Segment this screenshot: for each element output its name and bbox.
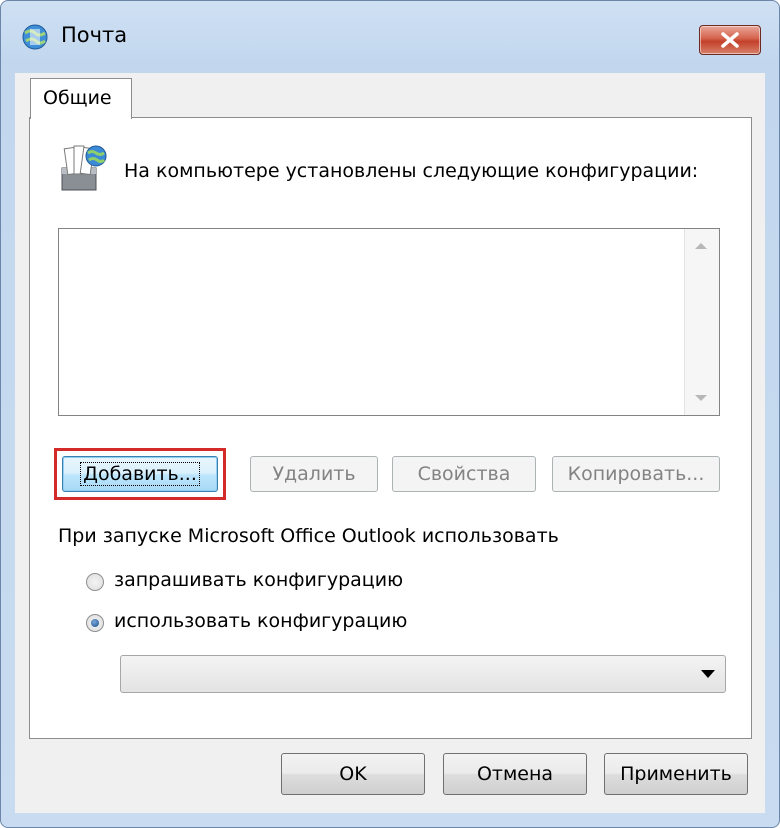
radio-prompt-config-label: запрашивать конфигурацию	[114, 569, 404, 591]
radio-use-config[interactable]	[86, 614, 104, 632]
radio-use-config-label: использовать конфигурацию	[114, 610, 408, 632]
radio-prompt-config[interactable]	[86, 573, 104, 591]
window-title: Почта	[61, 23, 128, 47]
properties-button-label: Свойства	[417, 463, 511, 485]
list-scrollbar[interactable]	[684, 229, 719, 415]
scroll-down-arrow-icon[interactable]	[695, 395, 707, 401]
general-tab-panel	[29, 117, 752, 739]
cancel-button-label: Отмена	[476, 763, 554, 785]
ok-button[interactable]: OK	[281, 753, 425, 795]
copy-button-label: Копировать...	[567, 463, 705, 485]
chevron-down-icon[interactable]	[701, 670, 715, 678]
copy-button[interactable]: Копировать...	[552, 456, 720, 492]
remove-button-label: Удалить	[272, 463, 356, 485]
configuration-dropdown[interactable]	[120, 655, 726, 693]
startup-label: При запуске Microsoft Office Outlook исп…	[58, 525, 559, 547]
mail-globe-icon	[21, 23, 49, 51]
scroll-up-arrow-icon[interactable]	[695, 243, 707, 249]
mail-folder-icon	[54, 138, 112, 196]
remove-button[interactable]: Удалить	[250, 456, 378, 492]
title-bar[interactable]: Почта	[1, 1, 779, 73]
tab-general[interactable]: Общие	[30, 78, 132, 119]
tab-general-label: Общие	[43, 87, 112, 109]
cancel-button[interactable]: Отмена	[443, 753, 587, 795]
apply-button[interactable]: Применить	[604, 753, 748, 795]
close-icon	[721, 32, 739, 48]
apply-button-label: Применить	[620, 763, 732, 785]
close-button[interactable]	[699, 25, 761, 55]
add-button-highlight	[54, 448, 226, 500]
configurations-list[interactable]	[58, 228, 720, 416]
configurations-intro-text: На компьютере установлены следующие конф…	[124, 160, 699, 182]
properties-button[interactable]: Свойства	[392, 456, 536, 492]
ok-button-label: OK	[339, 763, 367, 785]
